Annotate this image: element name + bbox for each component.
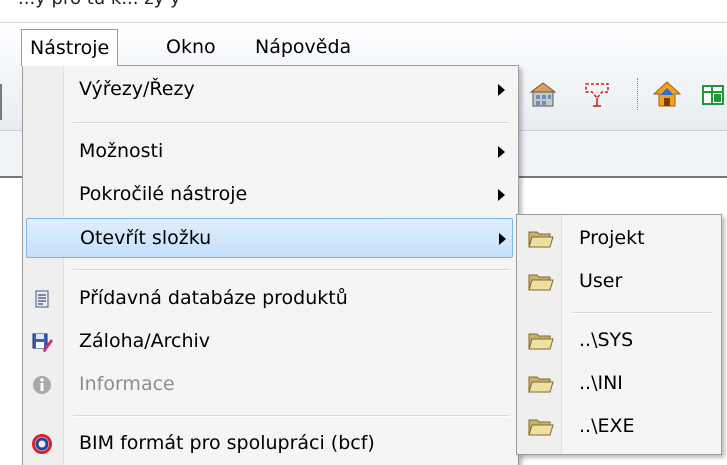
- submenu-item-ini[interactable]: ..\INI: [520, 364, 716, 404]
- menu-item-label: Pokročilé nástroje: [79, 183, 248, 205]
- backup-archive-icon: [31, 331, 53, 353]
- menu-napoveda-label: Nápověda: [255, 36, 352, 58]
- folder-icon: [528, 417, 554, 437]
- folder-icon: [528, 272, 554, 292]
- menu-nastroje-label: Nástroje: [30, 37, 110, 59]
- submenu-item-label: ..\EXE: [579, 415, 635, 437]
- menu-okno-label: Okno: [166, 36, 216, 58]
- menu-separator: [73, 415, 509, 417]
- submenu-item-label: Projekt: [579, 227, 645, 249]
- menu-item-pridavna-databaze[interactable]: Přídavná databáze produktů: [26, 279, 513, 319]
- menu-item-label: Výřezy/Řezy: [79, 78, 195, 100]
- menu-icon-gutter: [23, 66, 64, 465]
- building-icon[interactable]: [528, 78, 558, 110]
- submenu-arrow-icon: [498, 189, 505, 201]
- bcf-logo-icon: [31, 433, 53, 455]
- toolbar-separator: [637, 78, 640, 110]
- window-title-fragment: ...y pro tu k... zy y: [18, 0, 181, 9]
- menu-item-label: Informace: [79, 373, 175, 395]
- menu-item-zaloha-archiv[interactable]: Záloha/Archiv: [26, 322, 513, 362]
- menu-item-moznosti[interactable]: Možnosti: [26, 132, 513, 172]
- menu-separator: [73, 269, 509, 271]
- otevrit-slozku-submenu: Projekt User ..\SYS ..\INI ..\EXE: [516, 214, 722, 455]
- toolbar-grip[interactable]: [0, 84, 8, 120]
- house-up-icon[interactable]: [652, 78, 682, 110]
- folder-icon: [528, 374, 554, 394]
- window-title-strip: ...y pro tu k... zy y: [0, 0, 727, 22]
- menu-item-otevrit-slozku[interactable]: Otevřít složku: [26, 218, 513, 258]
- menu-item-label: Možnosti: [79, 140, 164, 162]
- submenu-item-label: ..\INI: [579, 372, 623, 394]
- submenu-item-user[interactable]: User: [520, 262, 716, 302]
- menu-item-vyrezy-rezy[interactable]: Výřezy/Řezy: [26, 70, 513, 110]
- submenu-arrow-icon: [498, 146, 505, 158]
- submenu-arrow-icon: [499, 233, 506, 245]
- menu-bar: Nástroje Okno Nápověda: [0, 22, 727, 67]
- menu-item-label: Přídavná databáze produktů: [79, 287, 348, 309]
- nastroje-dropdown: Výřezy/Řezy Možnosti Pokročilé nástroje …: [22, 65, 519, 465]
- submenu-item-exe[interactable]: ..\EXE: [520, 407, 716, 447]
- menu-item-label: BIM formát pro spolupráci (bcf): [79, 432, 375, 454]
- database-icon: [31, 288, 53, 310]
- menu-item-label: Otevřít složku: [80, 227, 212, 249]
- folder-icon: [528, 331, 554, 351]
- red-bracket-icon[interactable]: [582, 78, 612, 110]
- submenu-separator: [573, 312, 713, 314]
- menu-okno[interactable]: Okno: [158, 29, 224, 65]
- folder-icon: [528, 229, 554, 249]
- submenu-item-projekt[interactable]: Projekt: [520, 219, 716, 259]
- info-icon: [31, 374, 53, 396]
- menu-item-bim-bcf[interactable]: BIM formát pro spolupráci (bcf): [26, 424, 513, 464]
- submenu-item-label: User: [579, 270, 623, 292]
- submenu-arrow-icon: [498, 84, 505, 96]
- menu-item-informace[interactable]: Informace: [26, 365, 513, 405]
- menu-napoveda[interactable]: Nápověda: [247, 29, 359, 65]
- menu-nastroje[interactable]: Nástroje: [21, 29, 119, 66]
- green-grid-icon[interactable]: [701, 78, 727, 110]
- menu-item-pokrocile-nastroje[interactable]: Pokročilé nástroje: [26, 175, 513, 215]
- menu-item-label: Záloha/Archiv: [79, 330, 211, 352]
- submenu-item-sys[interactable]: ..\SYS: [520, 321, 716, 361]
- menu-separator: [73, 122, 509, 124]
- submenu-item-label: ..\SYS: [579, 329, 634, 351]
